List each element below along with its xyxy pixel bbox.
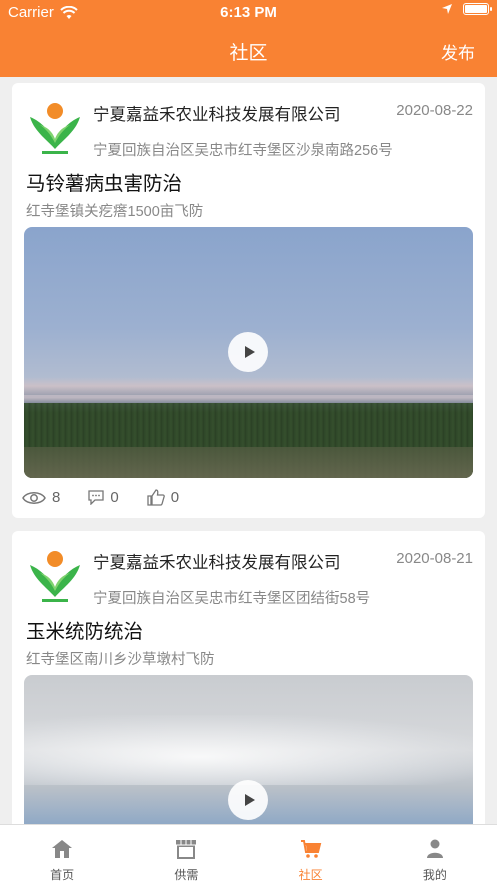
company-address: 宁夏回族自治区吴忠市红寺堡区团结街58号 bbox=[93, 591, 371, 607]
company-name[interactable]: 宁夏嘉益禾农业科技发展有限公司 bbox=[93, 549, 341, 573]
video-thumbnail[interactable] bbox=[24, 675, 473, 824]
publish-button[interactable]: 发布 bbox=[441, 39, 475, 64]
comment-icon[interactable] bbox=[88, 490, 104, 505]
company-name[interactable]: 宁夏嘉益禾农业科技发展有限公司 bbox=[93, 101, 341, 125]
view-count: 8 bbox=[52, 489, 61, 506]
status-bar: Carrier 6:13 PM bbox=[0, 0, 497, 26]
clock: 6:13 PM bbox=[220, 4, 277, 21]
location-arrow-icon bbox=[442, 4, 452, 14]
cart-icon bbox=[300, 840, 321, 858]
video-thumbnail[interactable] bbox=[24, 227, 473, 478]
page-title: 社区 bbox=[229, 43, 268, 64]
post-stats: 8 0 0 bbox=[22, 489, 207, 506]
post-card[interactable]: 宁夏嘉益禾农业科技发展有限公司 2020-08-22 宁夏回族自治区吴忠市红寺堡… bbox=[12, 83, 485, 518]
play-button[interactable] bbox=[228, 332, 268, 372]
post-title[interactable]: 玉米统防统治 bbox=[26, 615, 143, 644]
post-subtitle: 红寺堡镇关疙瘩1500亩飞防 bbox=[26, 204, 204, 220]
tab-label: 首页 bbox=[50, 868, 75, 882]
battery-icon bbox=[463, 3, 492, 15]
company-address: 宁夏回族自治区吴忠市红寺堡区沙泉南路256号 bbox=[93, 143, 393, 159]
post-date: 2020-08-21 bbox=[396, 550, 473, 567]
home-icon bbox=[52, 840, 73, 858]
tab-community[interactable]: 社区 bbox=[249, 825, 373, 883]
post-title[interactable]: 马铃薯病虫害防治 bbox=[26, 167, 182, 196]
post-feed[interactable]: 宁夏嘉益禾农业科技发展有限公司 2020-08-22 宁夏回族自治区吴忠市红寺堡… bbox=[0, 77, 497, 824]
thumbs-up-icon[interactable] bbox=[147, 489, 165, 506]
post-subtitle: 红寺堡区南川乡沙草墩村飞防 bbox=[26, 652, 215, 668]
tab-label: 我的 bbox=[422, 868, 447, 882]
comment-count: 0 bbox=[110, 489, 119, 506]
like-count: 0 bbox=[170, 489, 180, 506]
tab-label: 供需 bbox=[174, 868, 199, 882]
post-date: 2020-08-22 bbox=[396, 102, 473, 119]
post-card[interactable]: 宁夏嘉益禾农业科技发展有限公司 2020-08-21 宁夏回族自治区吴忠市红寺堡… bbox=[12, 531, 485, 824]
eye-icon bbox=[22, 491, 46, 504]
company-logo bbox=[30, 551, 80, 602]
company-logo bbox=[30, 103, 80, 154]
play-icon bbox=[244, 346, 255, 358]
top-bar: Carrier 6:13 PM 社区 发布 bbox=[0, 0, 497, 77]
tab-mine[interactable]: 我的 bbox=[373, 825, 497, 883]
play-icon bbox=[244, 794, 255, 806]
store-icon bbox=[176, 840, 197, 859]
bottom-tab-bar: 首页 供需 社区 我的 bbox=[0, 824, 497, 883]
user-icon bbox=[426, 839, 443, 858]
tab-home[interactable]: 首页 bbox=[0, 825, 124, 883]
tab-label: 社区 bbox=[298, 868, 323, 882]
tab-supply-demand[interactable]: 供需 bbox=[124, 825, 248, 883]
play-button[interactable] bbox=[228, 780, 268, 820]
